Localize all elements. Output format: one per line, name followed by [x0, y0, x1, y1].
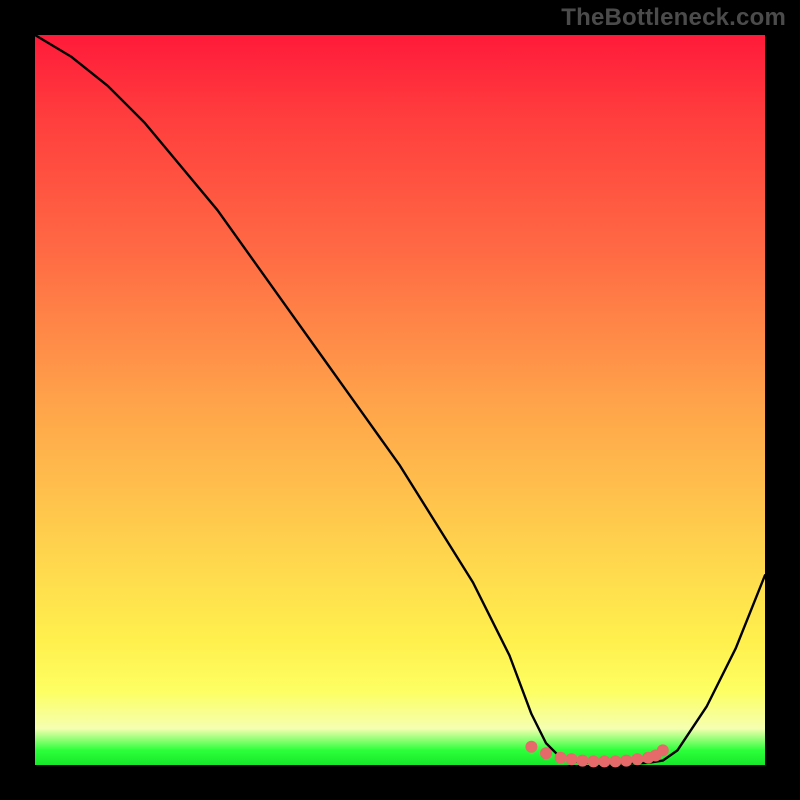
curve-svg — [35, 35, 765, 765]
marker-dot — [555, 752, 567, 764]
marker-dot — [577, 755, 589, 767]
marker-dot — [525, 741, 537, 753]
chart-frame: TheBottleneck.com — [0, 0, 800, 800]
marker-dot — [566, 753, 578, 765]
marker-dot — [540, 747, 552, 759]
marker-dot — [588, 755, 600, 767]
marker-dot — [598, 755, 610, 767]
watermark-text: TheBottleneck.com — [561, 4, 786, 32]
bottleneck-curve — [35, 35, 765, 764]
marker-dot — [609, 755, 621, 767]
marker-dot — [657, 744, 669, 756]
marker-dot — [620, 755, 632, 767]
marker-dot — [631, 753, 643, 765]
plot-area — [35, 35, 765, 765]
